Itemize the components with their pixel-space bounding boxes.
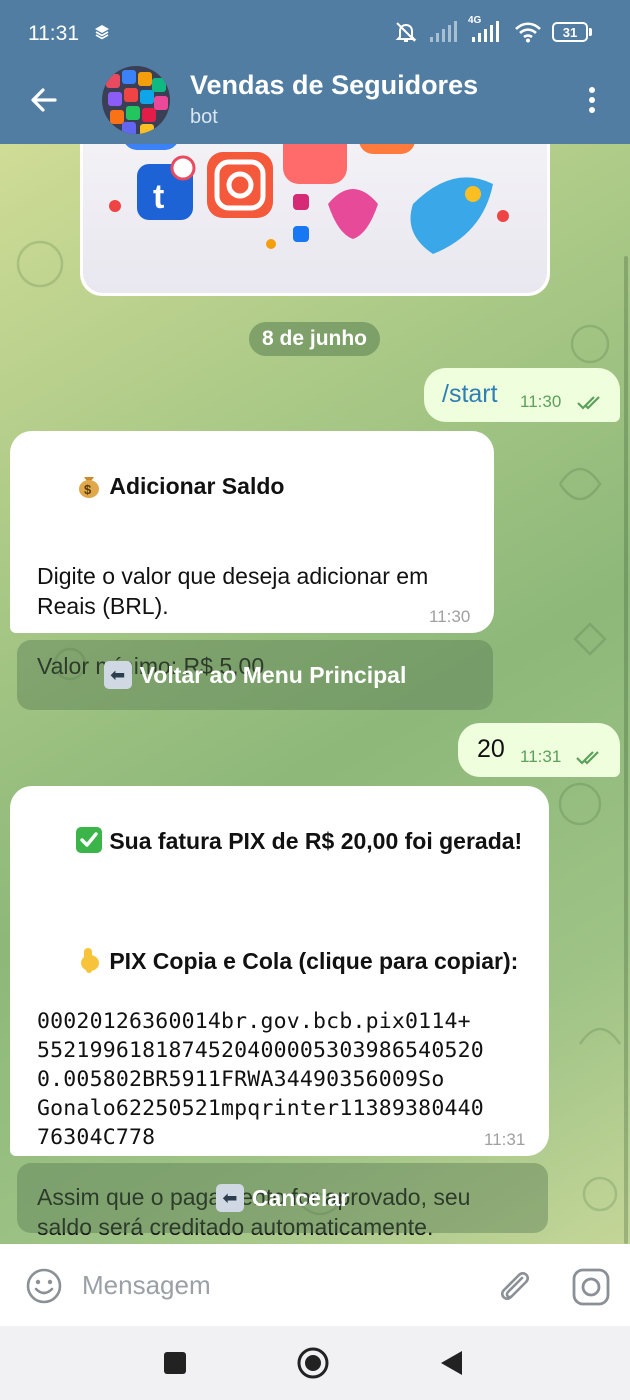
status-time: 11:31 bbox=[28, 22, 79, 45]
scrollbar[interactable] bbox=[624, 256, 628, 1244]
recents-button[interactable] bbox=[158, 1346, 192, 1380]
outgoing-message[interactable]: 20 11:31 bbox=[458, 723, 620, 777]
layers-icon bbox=[95, 25, 109, 40]
back-to-menu-button[interactable]: ⬅ Voltar ao Menu Principal bbox=[17, 640, 493, 710]
battery-level: 31 bbox=[552, 22, 588, 42]
wifi-icon bbox=[515, 22, 541, 43]
status-bar: 11:31 4G 31 bbox=[0, 0, 630, 66]
back-arrow-icon: ⬅ bbox=[215, 1184, 244, 1212]
money-bag-icon: $ bbox=[79, 477, 100, 498]
avatar[interactable] bbox=[102, 66, 170, 134]
message-heading: Sua fatura PIX de R$ 20,00 foi gerada! bbox=[37, 796, 535, 886]
navigation-bar bbox=[0, 1326, 630, 1400]
back-nav-button[interactable] bbox=[434, 1346, 468, 1380]
message-time: 11:30 bbox=[520, 392, 562, 411]
arrow-left-icon bbox=[31, 88, 57, 112]
back-arrow-icon: ⬅ bbox=[103, 661, 132, 689]
chat-subtitle: bot bbox=[190, 106, 218, 128]
message-time: 11:31 bbox=[484, 1130, 526, 1149]
signal-icon bbox=[430, 21, 457, 42]
back-button[interactable] bbox=[24, 80, 64, 120]
triangle-back-icon bbox=[441, 1351, 462, 1375]
message-text[interactable]: 20 bbox=[477, 735, 505, 764]
message-input[interactable]: Mensagem bbox=[82, 1270, 211, 1301]
muted-bell-icon bbox=[395, 22, 417, 42]
message-text[interactable]: /start bbox=[442, 380, 498, 409]
camera-icon[interactable] bbox=[570, 1266, 612, 1308]
outgoing-message[interactable]: /start 11:30 bbox=[424, 368, 620, 422]
more-options-button[interactable] bbox=[576, 80, 608, 120]
social-media-illustration: t bbox=[109, 144, 509, 254]
pix-code[interactable]: 00020126360014br.gov.bcb.pix0114+ 552199… bbox=[37, 1007, 535, 1152]
square-icon bbox=[164, 1352, 186, 1374]
message-body: Reais (BRL). bbox=[37, 593, 169, 619]
chat-header: Vendas de Seguidores bot bbox=[0, 66, 630, 144]
message-time: 11:30 bbox=[429, 607, 471, 626]
pointing-down-icon bbox=[81, 948, 100, 973]
emoji-icon[interactable] bbox=[24, 1266, 64, 1306]
pix-label: PIX Copia e Cola (clique para copiar): bbox=[37, 916, 535, 1006]
svg-text:t: t bbox=[153, 178, 164, 216]
incoming-message[interactable]: Sua fatura PIX de R$ 20,00 foi gerada! P… bbox=[10, 786, 549, 1240]
date-separator: 8 de junho bbox=[249, 322, 380, 356]
svg-text:$: $ bbox=[84, 482, 92, 497]
more-vertical-icon bbox=[589, 87, 595, 113]
chat-area[interactable]: t 8 de junho /start 11:30 $ Adicionar Sa… bbox=[0, 144, 630, 1244]
message-heading: $ Adicionar Saldo bbox=[37, 441, 476, 531]
paperclip-icon[interactable] bbox=[494, 1266, 534, 1306]
message-time: 11:31 bbox=[520, 747, 562, 766]
message-input-bar: Mensagem bbox=[0, 1244, 630, 1326]
image-message[interactable]: t bbox=[80, 144, 550, 296]
chat-title[interactable]: Vendas de Seguidores bbox=[190, 70, 478, 101]
message-body: Digite o valor que deseja adicionar em bbox=[37, 563, 429, 589]
check-mark-icon bbox=[76, 827, 103, 853]
incoming-message[interactable]: $ Adicionar Saldo Digite o valor que des… bbox=[10, 431, 494, 679]
circle-home-icon bbox=[297, 1347, 329, 1379]
signal-4g-icon: 4G bbox=[468, 15, 504, 43]
read-checkmarks-icon bbox=[576, 751, 599, 765]
home-button[interactable] bbox=[296, 1346, 330, 1380]
cancel-button[interactable]: ⬅ Cancelar bbox=[17, 1163, 548, 1233]
read-checkmarks-icon bbox=[577, 396, 600, 410]
battery-icon: 31 bbox=[552, 22, 592, 42]
